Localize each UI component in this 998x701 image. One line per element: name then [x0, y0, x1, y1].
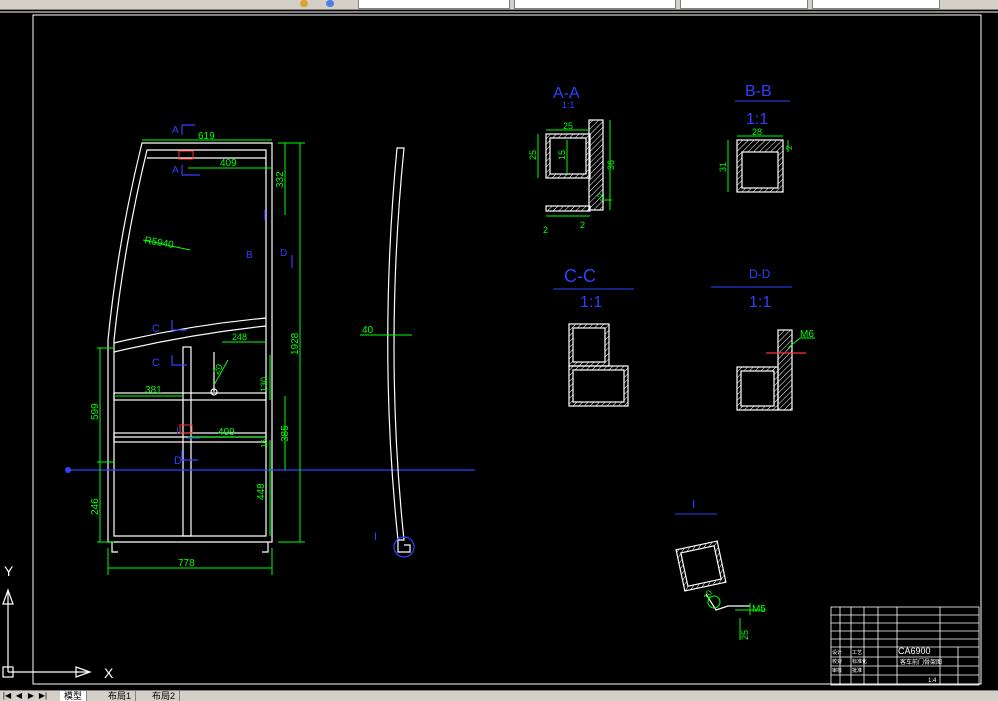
- layer-dropdown[interactable]: [358, 0, 510, 9]
- dim-130: 130: [259, 377, 269, 392]
- dim-448: 448: [256, 483, 267, 500]
- bb-dim-2: 2: [785, 145, 794, 150]
- section-c-bottom-label: C: [152, 357, 160, 369]
- title-block-cell-4: 标准化: [852, 658, 867, 665]
- section-b-label: B: [246, 250, 253, 261]
- toolbar-icon-b[interactable]: [326, 0, 334, 7]
- dim-599: 599: [90, 403, 101, 420]
- title-block-scale: 1:4: [928, 678, 937, 684]
- dim-246: 246: [90, 498, 101, 515]
- section-d-right-label: D: [280, 248, 287, 259]
- dim-409-mid: 409: [218, 427, 235, 438]
- dim-385: 385: [280, 425, 291, 442]
- title-block-cell-1: 校对: [832, 658, 842, 665]
- title-block-cell-5: 批准: [852, 667, 862, 674]
- title-block-cell-0: 设计: [832, 649, 842, 656]
- section-cc-drawing: [568, 323, 629, 407]
- section-c-top-label: C: [152, 323, 160, 335]
- side-dim-40: 40: [362, 325, 374, 336]
- aa-dim-2-left: 2: [580, 220, 585, 230]
- dim-409-top: 409: [220, 158, 237, 169]
- aa-dim-2-right: 2: [596, 193, 606, 198]
- dim-619: 619: [198, 131, 215, 142]
- section-dd-drawing: [736, 329, 793, 411]
- center-line-dot: [65, 467, 71, 473]
- detail-i-dim-10: 10: [702, 588, 715, 601]
- title-block-cell-3: 工艺: [852, 650, 862, 656]
- dim-381: 381: [145, 385, 162, 396]
- layout-tabs: |◀ ◀ ▶ ▶| 模型 布局1 布局2: [0, 690, 998, 701]
- dim-1928: 1928: [290, 332, 301, 355]
- drawing-canvas[interactable]: A A B D C C D I 619 409 332 1928 R5940 2…: [0, 10, 998, 690]
- detail-i-title: I: [692, 497, 695, 511]
- section-bb-drawing: [736, 139, 784, 193]
- drawing-frame: [32, 14, 982, 685]
- dd-thread-m6: M6: [800, 329, 814, 340]
- ucs-y-label: Y: [4, 563, 14, 579]
- dim-20: 20: [211, 362, 225, 376]
- cut-mark-mid: [179, 424, 193, 434]
- ucs-x-label: X: [104, 665, 114, 681]
- title-block-product: CA6900: [898, 646, 931, 656]
- section-dd-title: D-D: [749, 267, 771, 281]
- aa-dim-2-bottom: 2: [543, 225, 548, 235]
- section-markers: [171, 124, 293, 461]
- section-cc-scale: 1:1: [580, 294, 602, 311]
- dim-778: 778: [178, 558, 195, 569]
- detail-i-drawing: [675, 540, 750, 611]
- dim-332: 332: [275, 171, 286, 188]
- door-inner-outline: [113, 149, 267, 537]
- radius-r5940: R5940: [143, 235, 174, 251]
- aa-dim-25-left: 25: [528, 150, 538, 160]
- side-detail-i-label: I: [374, 531, 377, 543]
- bb-dim-31: 31: [718, 162, 728, 172]
- section-bb-title: B-B: [745, 83, 772, 100]
- side-view: [387, 147, 411, 553]
- title-block-cell-2: 审核: [832, 667, 842, 674]
- detail-i-marker-label: I: [176, 426, 179, 437]
- aa-dim-36: 36: [606, 160, 616, 170]
- section-dd-scale: 1:1: [749, 294, 771, 311]
- aa-dim-15: 15: [557, 150, 567, 160]
- aa-dim-25-top: 25: [563, 121, 573, 131]
- section-a-top-label: A: [172, 125, 179, 136]
- toolbar: [0, 0, 998, 10]
- drawing-svg: A A B D C C D I 619 409 332 1928 R5940 2…: [0, 11, 998, 686]
- ucs-icon: [2, 588, 92, 678]
- section-aa-drawing: [545, 119, 604, 212]
- section-d-lower-label: D: [174, 455, 182, 467]
- color-dropdown[interactable]: [514, 0, 676, 9]
- linetype-dropdown[interactable]: [680, 0, 808, 9]
- main-view: [107, 142, 273, 553]
- section-bb-scale: 1:1: [746, 111, 768, 128]
- lineweight-dropdown[interactable]: [812, 0, 940, 9]
- bb-dim-28: 28: [752, 127, 762, 137]
- dim-248: 248: [232, 332, 247, 342]
- toolbar-icon-a[interactable]: [300, 0, 308, 7]
- detail-i-dim-25: 25: [740, 630, 750, 640]
- section-aa-scale: 1:1: [562, 100, 575, 110]
- dim-16: 16: [260, 439, 269, 448]
- detail-i-thread-m5: M5: [752, 604, 766, 615]
- section-cc-title: C-C: [564, 266, 596, 286]
- section-a-bottom-label: A: [172, 165, 179, 176]
- title-block-sub: 客车前门骨架图: [900, 658, 942, 666]
